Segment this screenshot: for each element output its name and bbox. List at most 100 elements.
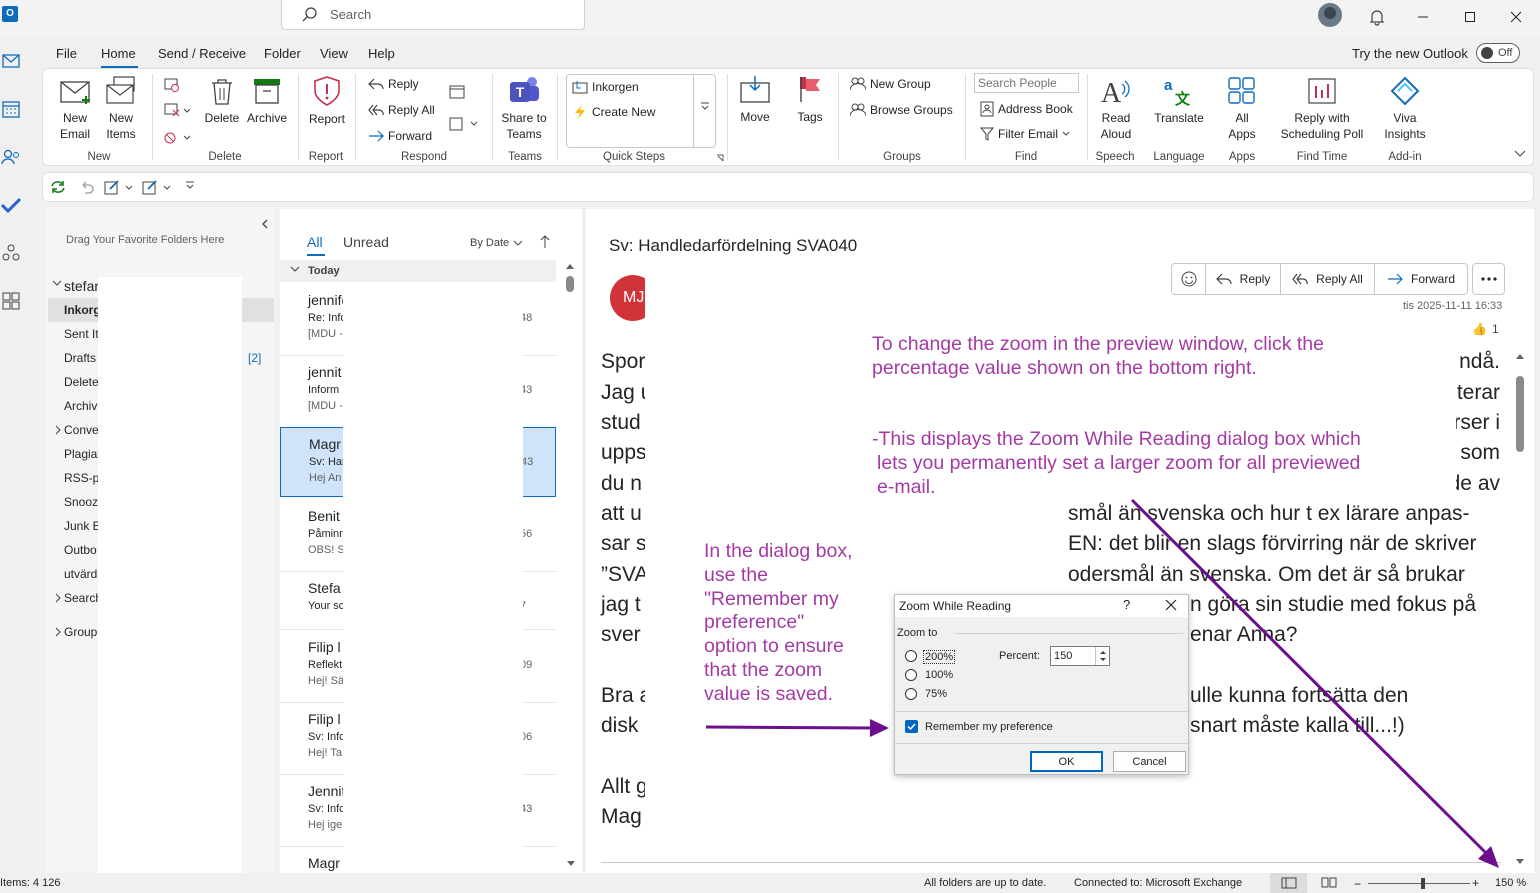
zoom-percentage[interactable]: 150 %	[1495, 877, 1526, 889]
qat-edit2-icon[interactable]	[142, 179, 172, 195]
reading-scroll-thumb[interactable]	[1516, 376, 1524, 452]
new-group-button[interactable]: New Group	[850, 77, 931, 91]
spin-buttons[interactable]	[1095, 647, 1109, 665]
sort-by-date[interactable]: By Date	[470, 237, 523, 249]
remember-checkbox[interactable]	[905, 720, 918, 733]
tab-unread[interactable]: Unread	[343, 234, 389, 250]
customize-qat-icon[interactable]	[185, 181, 195, 191]
folder-drafts[interactable]: Drafts	[64, 351, 96, 365]
folder-snoozed[interactable]: Snooz	[64, 495, 98, 509]
reply-all-button[interactable]: Reply All	[1281, 264, 1375, 294]
folder-plagiat[interactable]: Plagiat	[64, 447, 101, 461]
menu-send-receive[interactable]: Send / Receive	[158, 46, 246, 61]
folder-deleted[interactable]: Delete	[64, 375, 99, 389]
zoom-in-icon[interactable]: +	[1472, 876, 1479, 890]
folder-archive[interactable]: Archiv	[64, 399, 97, 413]
mail-icon[interactable]	[0, 50, 22, 72]
delete-button[interactable]: Delete	[200, 110, 244, 126]
chevron-right-icon[interactable]	[55, 425, 61, 435]
new-email-button[interactable]: New Email	[56, 110, 94, 142]
list-scroll-thumb[interactable]	[566, 276, 574, 292]
radio-75[interactable]	[905, 688, 917, 700]
dialog-launcher-icon[interactable]	[716, 154, 724, 162]
zoom-slider[interactable]	[1368, 883, 1470, 884]
ribbon-collapse-icon[interactable]	[1514, 150, 1526, 158]
tab-all[interactable]: All	[307, 234, 323, 250]
avatar[interactable]	[1318, 3, 1342, 27]
more-respond-icon[interactable]	[449, 116, 479, 132]
emoji-react-icon[interactable]	[1172, 264, 1206, 294]
junk-icon[interactable]	[164, 128, 190, 144]
cancel-button[interactable]: Cancel	[1113, 751, 1186, 772]
list-scrollbar[interactable]	[565, 262, 575, 872]
percent-spinbox[interactable]: 150	[1050, 646, 1110, 666]
folder-search[interactable]: Search	[64, 591, 102, 605]
normal-view-button[interactable]	[1270, 873, 1307, 893]
scroll-down-icon[interactable]	[1515, 858, 1525, 866]
calendar-icon[interactable]	[0, 98, 22, 120]
scroll-up-icon[interactable]	[1515, 352, 1525, 360]
account-name[interactable]: stefar	[64, 278, 99, 294]
menu-folder[interactable]: Folder	[264, 46, 301, 61]
search-box[interactable]: Search	[281, 0, 585, 30]
meeting-icon[interactable]	[449, 84, 465, 100]
move-button[interactable]: Move	[736, 109, 774, 125]
new-items-button[interactable]: New Items	[98, 110, 144, 142]
filter-email-button[interactable]: Filter Email	[980, 127, 1070, 141]
radio-100[interactable]	[905, 669, 917, 681]
forward-button[interactable]: Forward	[1375, 264, 1467, 294]
menu-help[interactable]: Help	[368, 46, 395, 61]
collapse-pane-icon[interactable]	[261, 219, 269, 229]
todo-check-icon[interactable]	[0, 194, 22, 216]
zoom-out-icon[interactable]: −	[1354, 877, 1361, 891]
sort-direction-icon[interactable]	[540, 235, 550, 249]
reaction-count[interactable]: 👍 1	[1472, 322, 1499, 336]
search-people-input[interactable]	[974, 73, 1079, 93]
reply-button[interactable]: Reply	[1206, 264, 1281, 294]
translate-button[interactable]: Translate	[1150, 110, 1208, 126]
report-button[interactable]: Report	[306, 111, 348, 127]
reply-scheduling-poll-button[interactable]: Reply with Scheduling Poll	[1276, 110, 1368, 142]
radio-200[interactable]	[905, 650, 917, 662]
ribbon-reply-button[interactable]: Reply	[368, 77, 419, 91]
folder-junk[interactable]: Junk E	[64, 519, 101, 533]
maximize-icon[interactable]	[1457, 4, 1483, 30]
bell-icon[interactable]	[1364, 4, 1390, 30]
menu-home[interactable]: Home	[101, 46, 136, 61]
quick-steps-expand[interactable]	[693, 74, 716, 148]
folder-utvard[interactable]: utvärd	[64, 567, 97, 581]
ok-button[interactable]: OK	[1030, 751, 1103, 772]
zoom-slider-thumb[interactable]	[1421, 878, 1425, 889]
dialog-close-icon[interactable]	[1165, 599, 1177, 611]
cleanup-icon[interactable]	[164, 103, 190, 117]
quick-step-inbox[interactable]: Inkorgen	[572, 80, 639, 94]
read-aloud-button[interactable]: Read Aloud	[1094, 110, 1138, 142]
browse-groups-button[interactable]: Browse Groups	[850, 103, 953, 117]
viva-insights-button[interactable]: Viva Insights	[1378, 110, 1432, 142]
apps-icon[interactable]	[0, 290, 22, 312]
sync-icon[interactable]	[50, 179, 66, 195]
close-window-icon[interactable]	[1503, 4, 1529, 30]
minimize-icon[interactable]	[1410, 4, 1436, 30]
address-book-button[interactable]: Address Book	[980, 101, 1073, 117]
chevron-down-icon[interactable]	[52, 280, 62, 288]
qat-edit-icon[interactable]	[104, 179, 134, 195]
folder-inbox[interactable]: Inkorg	[64, 303, 101, 317]
try-new-toggle[interactable]: Off	[1476, 43, 1520, 63]
scroll-down-icon[interactable]	[566, 860, 576, 868]
tags-button[interactable]: Tags	[792, 109, 828, 125]
folder-conversation[interactable]: Conve	[64, 423, 99, 437]
share-to-teams-button[interactable]: Share to Teams	[498, 110, 550, 142]
more-actions-button[interactable]	[1472, 263, 1505, 295]
undo-icon[interactable]	[79, 179, 95, 195]
chevron-right-icon[interactable]	[55, 593, 61, 603]
chevron-right-icon[interactable]	[55, 627, 61, 637]
folder-groups[interactable]: Group	[64, 625, 97, 639]
ribbon-forward-button[interactable]: Forward	[368, 129, 432, 143]
reading-view-icon[interactable]	[1321, 876, 1337, 888]
ribbon-reply-all-button[interactable]: Reply All	[368, 103, 435, 117]
menu-view[interactable]: View	[320, 46, 348, 61]
help-icon[interactable]: ?	[1123, 597, 1130, 612]
groups-icon[interactable]	[0, 242, 22, 264]
folder-outbox[interactable]: Outbo	[64, 543, 97, 557]
